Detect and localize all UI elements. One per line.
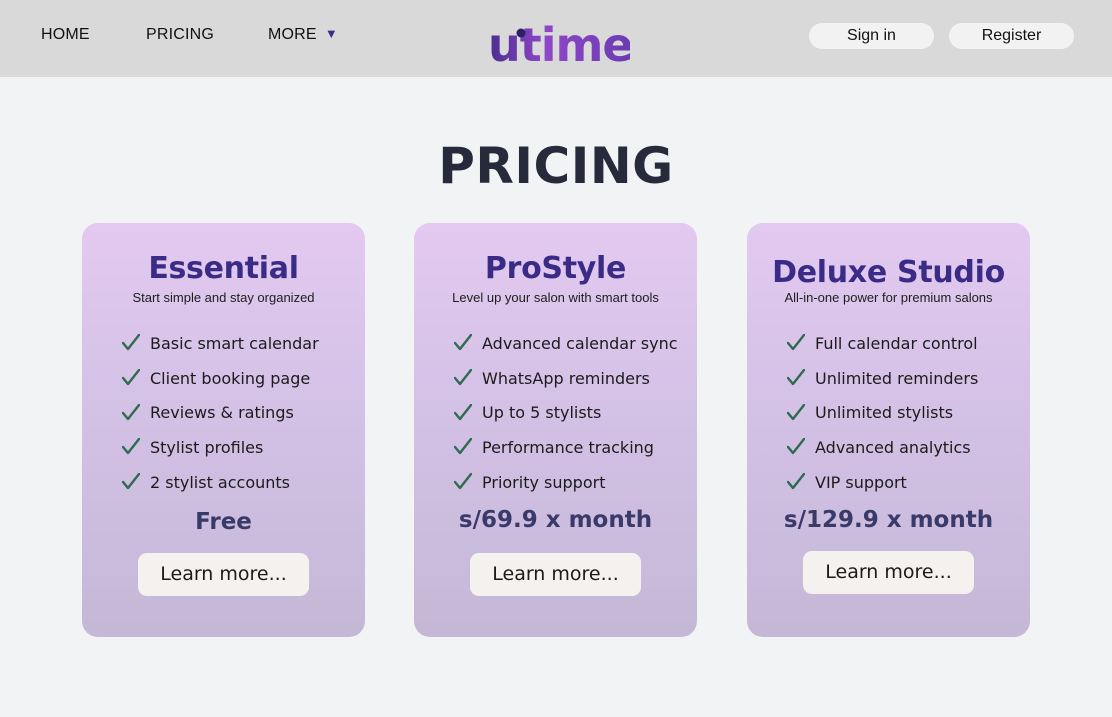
check-icon (454, 369, 472, 386)
check-icon (122, 403, 140, 420)
feature-item: Advanced analytics (787, 430, 978, 465)
feature-label: Unlimited reminders (815, 368, 979, 388)
check-icon (122, 369, 140, 386)
feature-item: Advanced calendar sync (454, 326, 678, 361)
feature-label: Priority support (482, 472, 606, 492)
feature-label: Client booking page (150, 368, 311, 388)
feature-label: VIP support (815, 472, 907, 492)
check-icon (454, 403, 472, 420)
nav-pricing-link[interactable]: PRICING (146, 26, 214, 44)
feature-label: Full calendar control (815, 333, 978, 353)
feature-item: Performance tracking (454, 430, 678, 465)
feature-item: Client booking page (122, 361, 319, 396)
check-icon (787, 334, 805, 351)
check-icon (787, 438, 805, 455)
feature-label: WhatsApp reminders (482, 368, 650, 388)
feature-item: Unlimited stylists (787, 395, 978, 430)
plan-card-prostyle: ProStyle Level up your salon with smart … (414, 223, 697, 637)
plan-card-essential: Essential Start simple and stay organize… (82, 223, 365, 637)
feature-label: Unlimited stylists (815, 403, 954, 423)
feature-label: Reviews & ratings (150, 403, 294, 423)
check-icon (122, 473, 140, 490)
feature-item: WhatsApp reminders (454, 361, 678, 396)
plan-price: s/69.9 x month (458, 507, 653, 533)
feature-label: Advanced analytics (815, 437, 971, 457)
learn-more-button[interactable]: Learn more... (470, 553, 641, 596)
page-title: PRICING (438, 137, 674, 195)
caret-down-icon: ▼ (324, 26, 338, 41)
check-icon (787, 369, 805, 386)
feature-list: Full calendar control Unlimited reminder… (787, 326, 978, 499)
logo-text: utime (488, 18, 630, 68)
nav-more-label: MORE (268, 26, 317, 43)
feature-list: Advanced calendar sync WhatsApp reminder… (454, 326, 678, 499)
sign-in-button[interactable]: Sign in (809, 23, 934, 49)
plan-name: Deluxe Studio (772, 255, 1005, 290)
feature-item: 2 stylist accounts (122, 465, 319, 500)
check-icon (454, 473, 472, 490)
feature-item: VIP support (787, 465, 978, 500)
nav-home-link[interactable]: HOME (41, 26, 90, 44)
feature-item: Up to 5 stylists (454, 395, 678, 430)
learn-more-button[interactable]: Learn more... (803, 551, 974, 594)
feature-label: Advanced calendar sync (482, 333, 678, 353)
feature-label: Up to 5 stylists (482, 403, 602, 423)
plan-tagline: Start simple and stay organized (132, 290, 315, 305)
nav-more-dropdown[interactable]: MORE ▼ (268, 26, 338, 44)
check-icon (454, 334, 472, 351)
feature-label: Performance tracking (482, 437, 654, 457)
top-navbar: HOME PRICING MORE ▼ utime Sign in Registe… (0, 0, 1112, 77)
register-button[interactable]: Register (949, 23, 1074, 49)
plan-name: Essential (148, 251, 299, 286)
feature-item: Full calendar control (787, 326, 978, 361)
feature-item: Priority support (454, 465, 678, 500)
plan-name: ProStyle (484, 251, 627, 286)
feature-item: Basic smart calendar (122, 326, 319, 361)
feature-item: Reviews & ratings (122, 395, 319, 430)
learn-more-button[interactable]: Learn more... (138, 553, 309, 596)
feature-list: Basic smart calendar Client booking page… (122, 326, 319, 499)
check-icon (787, 473, 805, 490)
plan-price: s/129.9 x month (783, 507, 994, 533)
check-icon (454, 438, 472, 455)
feature-item: Stylist profiles (122, 430, 319, 465)
plan-card-deluxe-studio: Deluxe Studio All-in-one power for premi… (747, 223, 1030, 637)
plan-tagline: All-in-one power for premium salons (784, 290, 993, 305)
feature-label: 2 stylist accounts (150, 472, 291, 492)
feature-item: Unlimited reminders (787, 361, 978, 396)
check-icon (787, 403, 805, 420)
plan-price: Free (195, 509, 252, 535)
feature-label: Stylist profiles (150, 437, 264, 457)
feature-label: Basic smart calendar (150, 333, 319, 353)
check-icon (122, 334, 140, 351)
utime-logo[interactable]: utime (488, 8, 630, 68)
plan-tagline: Level up your salon with smart tools (452, 290, 659, 305)
logo-dot-icon (516, 28, 526, 38)
check-icon (122, 438, 140, 455)
